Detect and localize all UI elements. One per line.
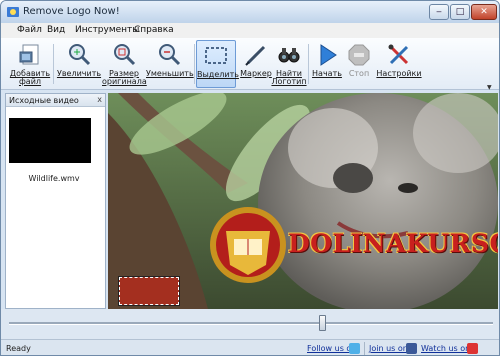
menu-help[interactable]: Справка bbox=[134, 25, 174, 35]
add-file-button[interactable]: Добавить файл bbox=[9, 40, 51, 88]
stop-icon bbox=[348, 44, 370, 66]
toolbar-separator bbox=[308, 44, 309, 84]
zoom-out-button[interactable]: Уменьшить bbox=[146, 40, 194, 88]
overlay-logo-text: DOLINAKURSOV bbox=[288, 229, 498, 258]
title-bar: Remove Logo Now! ‒ □ ✕ bbox=[1, 1, 499, 23]
menu-bar: Файл Вид Инструменты Справка bbox=[1, 23, 499, 38]
start-label: Начать bbox=[312, 69, 342, 78]
add-file-label-2: файл bbox=[18, 77, 42, 86]
marker-icon bbox=[245, 45, 266, 66]
overlay-logo-emblem bbox=[210, 207, 286, 283]
play-icon bbox=[320, 44, 337, 66]
status-text: Ready bbox=[6, 344, 31, 353]
youtube-icon[interactable] bbox=[467, 343, 478, 354]
minimize-button[interactable]: ‒ bbox=[429, 4, 449, 20]
app-window: Remove Logo Now! ‒ □ ✕ Файл Вид Инструме… bbox=[0, 0, 500, 356]
source-videos-panel: Исходные видео x Wildlife.wmv bbox=[5, 93, 106, 309]
add-file-icon bbox=[19, 44, 39, 65]
marker-label: Маркер bbox=[240, 69, 272, 78]
menu-file[interactable]: Файл bbox=[17, 25, 42, 35]
menu-tools[interactable]: Инструменты bbox=[75, 25, 139, 35]
timeline-area bbox=[1, 309, 499, 339]
toolbar-separator bbox=[194, 44, 195, 84]
twitter-icon[interactable] bbox=[349, 343, 360, 354]
zoom-in-label: Увеличить bbox=[56, 69, 102, 78]
find-logo-label-2: Логотип bbox=[271, 77, 307, 86]
select-button[interactable]: Выделить bbox=[196, 40, 239, 88]
start-button[interactable]: Начать bbox=[310, 40, 344, 88]
maximize-button[interactable]: □ bbox=[450, 4, 470, 20]
toolbar: Добавитьфайл Увеличить Размероригинала bbox=[1, 38, 499, 91]
video-filename: Wildlife.wmv bbox=[28, 174, 80, 183]
menu-view[interactable]: Вид bbox=[47, 25, 65, 35]
panel-header: Исходные видео x bbox=[6, 94, 105, 107]
original-size-icon bbox=[114, 44, 136, 66]
settings-icon bbox=[388, 44, 409, 65]
panel-title: Исходные видео bbox=[9, 96, 79, 105]
video-preview[interactable]: DOLINAKURSOV bbox=[108, 93, 498, 309]
video-thumbnail[interactable] bbox=[9, 118, 91, 163]
timeline-slider-thumb[interactable] bbox=[319, 315, 327, 331]
status-bar: Ready Follow us on Join us on Watch us o… bbox=[1, 339, 499, 355]
settings-label: Настройки bbox=[376, 69, 422, 78]
watch-us-link[interactable]: Watch us on bbox=[421, 344, 470, 353]
settings-button[interactable]: Настройки bbox=[375, 40, 423, 88]
zoom-in-button[interactable]: Увеличить bbox=[56, 40, 102, 88]
stop-button[interactable]: Стоп bbox=[344, 40, 374, 88]
status-divider bbox=[364, 342, 365, 355]
logo-selection-rect[interactable] bbox=[118, 276, 180, 306]
select-rect-icon bbox=[205, 47, 227, 64]
zoom-in-icon bbox=[69, 44, 91, 66]
find-logo-button[interactable]: Найти Логотип bbox=[271, 40, 307, 88]
binoculars-icon bbox=[278, 48, 300, 63]
marker-button[interactable]: Маркер bbox=[238, 40, 274, 88]
window-title: Remove Logo Now! bbox=[23, 6, 120, 17]
toolbar-overflow-icon[interactable]: ▼ bbox=[487, 84, 492, 91]
panel-close-icon[interactable]: x bbox=[97, 95, 102, 104]
stop-label: Стоп bbox=[348, 69, 370, 78]
original-size-label-2: оригинала bbox=[102, 77, 147, 86]
zoom-out-label: Уменьшить bbox=[146, 69, 194, 78]
select-label: Выделить bbox=[197, 70, 239, 79]
timeline-track[interactable] bbox=[9, 322, 493, 325]
zoom-out-icon bbox=[159, 44, 181, 66]
close-button[interactable]: ✕ bbox=[471, 4, 497, 20]
app-icon bbox=[7, 7, 19, 17]
original-size-button[interactable]: Размер оригинала bbox=[102, 40, 147, 88]
join-us-link[interactable]: Join us on bbox=[369, 344, 408, 353]
facebook-icon[interactable] bbox=[406, 343, 417, 354]
toolbar-separator bbox=[53, 44, 54, 84]
